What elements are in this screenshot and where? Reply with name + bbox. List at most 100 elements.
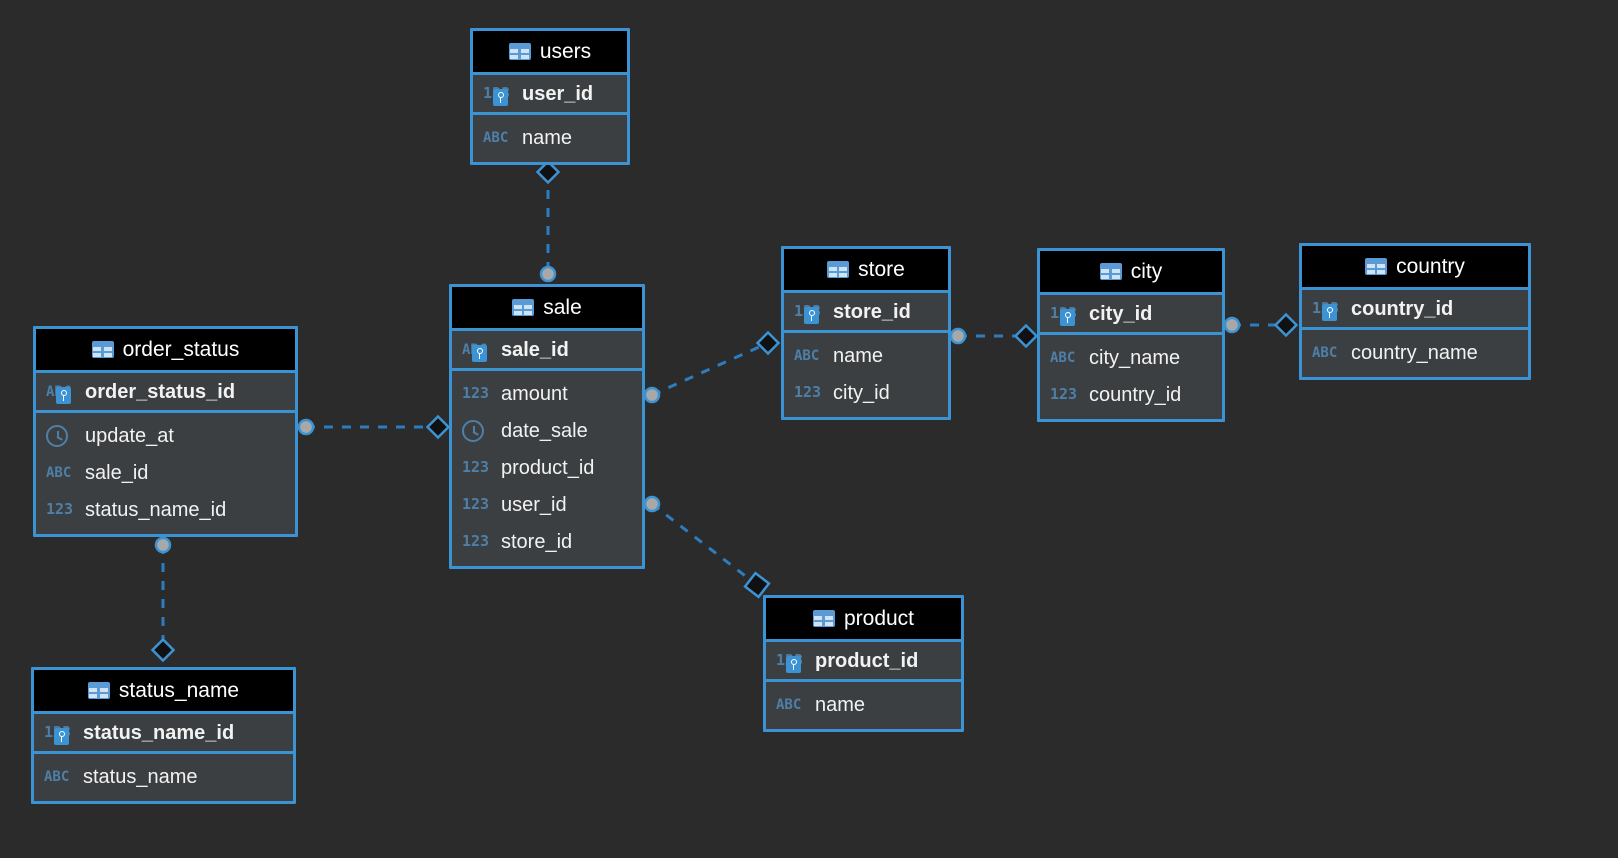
rel-city-country[interactable] [1223, 312, 1299, 338]
column-row[interactable]: 123 city_id [784, 374, 948, 411]
number-type-icon: 123 [44, 721, 75, 745]
column-row[interactable]: ABC sale_id [36, 454, 295, 491]
primary-key-row[interactable]: ABC order_status_id [36, 373, 295, 410]
type-label: 123 [462, 532, 490, 550]
column-name: product_id [815, 649, 919, 672]
number-type-icon: 123 [462, 530, 493, 554]
column-row[interactable]: ABC name [784, 337, 948, 374]
entity-table-product[interactable]: product 123 product_id ABC name [763, 595, 964, 732]
type-label: ABC [1312, 344, 1338, 361]
column-row[interactable]: 123 country_id [1040, 376, 1222, 413]
column-name: country_name [1351, 341, 1478, 364]
columns-section: ABC city_name 123 country_id [1040, 335, 1222, 419]
column-row[interactable]: date_sale [452, 412, 642, 449]
column-row[interactable]: ABC name [766, 686, 961, 723]
column-name: city_id [833, 381, 890, 404]
rel-users-sale[interactable] [535, 159, 561, 283]
clock-icon [46, 424, 77, 448]
column-row[interactable]: ABC city_name [1040, 339, 1222, 376]
table-icon [87, 682, 110, 699]
columns-section: ABC name 123 city_id [784, 333, 948, 417]
text-type-icon: ABC [483, 126, 514, 150]
table-header[interactable]: product [766, 598, 961, 642]
column-name: sale_id [85, 461, 149, 484]
primary-key-section: 123 user_id [473, 75, 627, 115]
primary-key-section: 123 city_id [1040, 295, 1222, 335]
entity-table-country[interactable]: country 123 country_id ABC country_name [1299, 243, 1531, 380]
type-label: ABC [776, 696, 802, 713]
number-type-icon: 123 [1050, 302, 1081, 326]
column-row[interactable]: 123 product_id [452, 449, 642, 486]
column-row[interactable]: 123 amount [452, 375, 642, 412]
relationship-line [651, 341, 769, 397]
table-header[interactable]: order_status [36, 329, 295, 373]
table-header[interactable]: store [784, 249, 948, 293]
entity-table-city[interactable]: city 123 city_id ABC city_name 123 country_id [1037, 248, 1225, 422]
column-row[interactable]: 123 user_id [452, 486, 642, 523]
primary-key-row[interactable]: 123 store_id [784, 293, 948, 330]
type-label: ABC [1050, 349, 1076, 366]
column-name: sale_id [501, 338, 569, 361]
table-icon [827, 261, 850, 278]
primary-key-row[interactable]: 123 country_id [1302, 290, 1528, 327]
column-name: user_id [501, 493, 567, 516]
table-header[interactable]: country [1302, 246, 1528, 290]
type-label: 123 [462, 458, 490, 476]
column-name: date_sale [501, 419, 588, 442]
primary-key-icon [56, 386, 71, 404]
er-diagram-canvas[interactable]: users 123 user_id ABC name sale ABC sale_id 123 a… [0, 0, 1618, 858]
table-icon [512, 299, 535, 316]
text-type-icon: ABC [1312, 341, 1343, 365]
type-label: ABC [44, 768, 70, 785]
rel-sale-store[interactable] [643, 330, 781, 404]
primary-key-row[interactable]: 123 user_id [473, 75, 627, 112]
column-row[interactable]: update_at [36, 417, 295, 454]
rel-order_status-status_name[interactable] [150, 536, 176, 663]
column-name: update_at [85, 424, 174, 447]
entity-table-store[interactable]: store 123 store_id ABC name 123 city_id [781, 246, 951, 420]
table-header[interactable]: sale [452, 287, 642, 331]
rel-sale-product[interactable] [643, 495, 771, 599]
columns-section: ABC name [473, 115, 627, 162]
table-icon [91, 341, 114, 358]
column-row[interactable]: ABC name [473, 119, 627, 156]
entity-table-status_name[interactable]: status_name 123 status_name_id ABC status_na… [31, 667, 296, 804]
table-header[interactable]: city [1040, 251, 1222, 295]
primary-key-section: 123 status_name_id [34, 714, 293, 754]
rel-store-city[interactable] [949, 323, 1039, 349]
entity-table-order_status[interactable]: order_status ABC order_status_id update_at A… [33, 326, 298, 537]
columns-section: ABC status_name [34, 754, 293, 801]
column-name: name [833, 344, 884, 367]
columns-section: ABC name [766, 682, 961, 729]
primary-key-section: 123 product_id [766, 642, 961, 682]
primary-key-row[interactable]: 123 product_id [766, 642, 961, 679]
type-label: ABC [794, 347, 820, 364]
primary-key-icon [472, 344, 487, 362]
column-name: product_id [501, 456, 595, 479]
entity-table-users[interactable]: users 123 user_id ABC name [470, 28, 630, 165]
type-label: 123 [794, 383, 822, 401]
column-row[interactable]: 123 status_name_id [36, 491, 295, 528]
number-type-icon: 123 [483, 82, 514, 106]
primary-key-row[interactable]: 123 city_id [1040, 295, 1222, 332]
column-row[interactable]: ABC status_name [34, 758, 293, 795]
table-header[interactable]: users [473, 31, 627, 75]
table-name: sale [543, 296, 582, 319]
entity-table-sale[interactable]: sale ABC sale_id 123 amount date_sale 123 produ… [449, 284, 645, 569]
table-name: store [858, 258, 905, 281]
column-row[interactable]: ABC country_name [1302, 334, 1528, 371]
type-label: ABC [46, 464, 72, 481]
number-type-icon: 123 [462, 493, 493, 517]
rel-order_status-sale[interactable] [297, 414, 451, 440]
primary-key-row[interactable]: 123 status_name_id [34, 714, 293, 751]
primary-key-section: 123 country_id [1302, 290, 1528, 330]
clock-glyph [462, 419, 484, 442]
primary-key-icon [1060, 308, 1075, 326]
column-name: store_id [501, 530, 573, 553]
table-header[interactable]: status_name [34, 670, 293, 714]
column-row[interactable]: 123 store_id [452, 523, 642, 560]
primary-key-row[interactable]: ABC sale_id [452, 331, 642, 368]
text-type-icon: ABC [1050, 346, 1081, 370]
table-name: users [539, 40, 592, 63]
table-name: city [1130, 260, 1163, 283]
